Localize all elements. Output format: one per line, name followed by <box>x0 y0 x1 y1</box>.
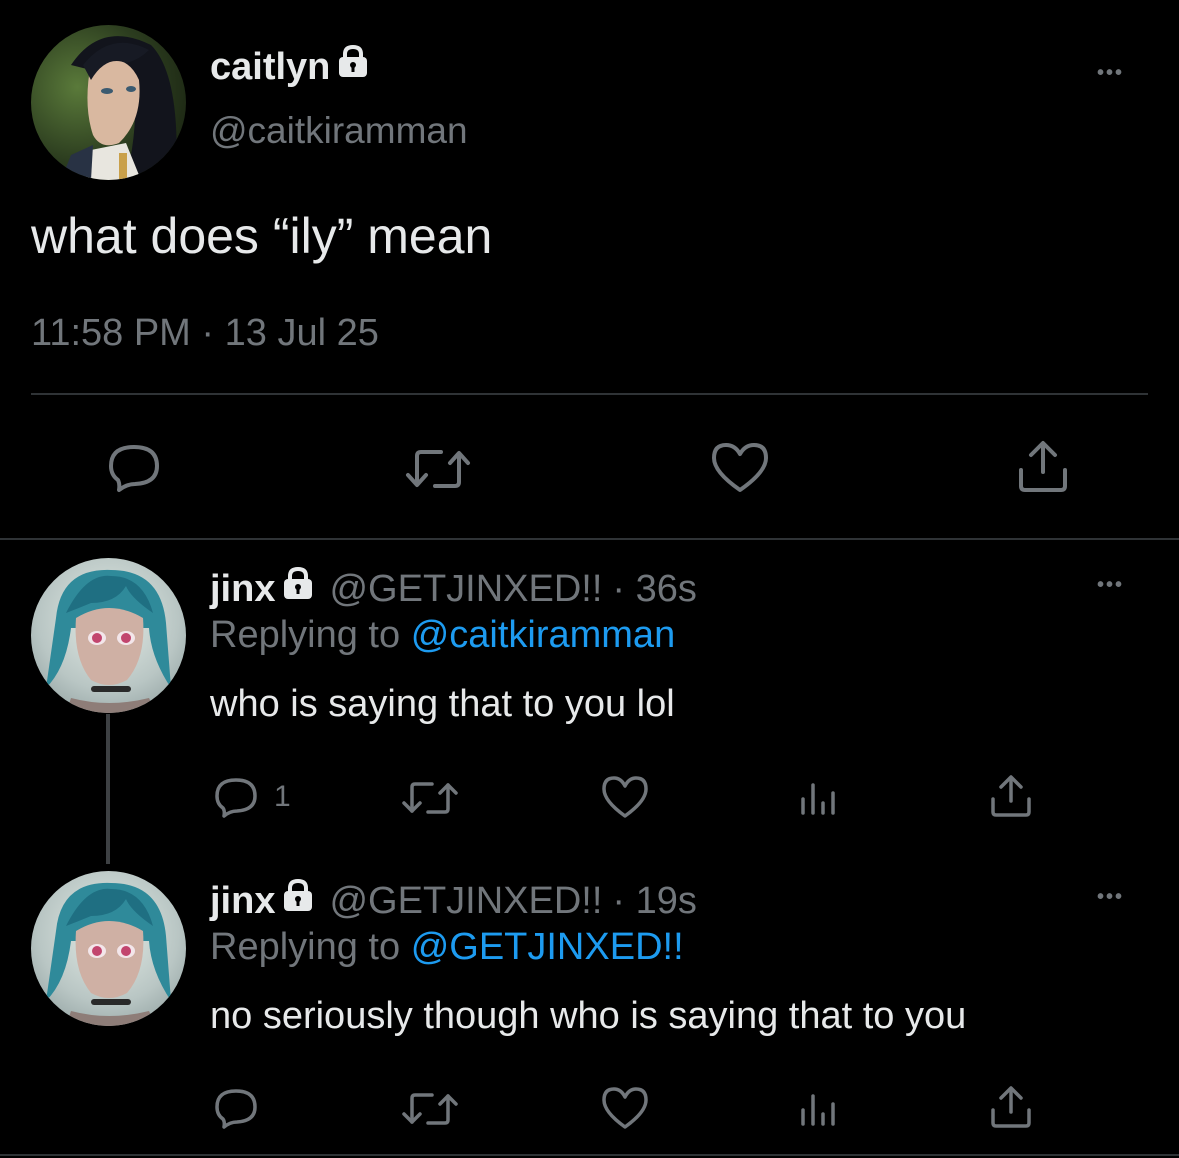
replying-to: Replying to @caitkiramman <box>210 614 675 657</box>
jinx-avatar-image <box>31 558 186 713</box>
author-handle[interactable]: @caitkiramman <box>210 110 468 152</box>
divider <box>0 538 1179 540</box>
share-icon[interactable] <box>988 1085 1034 1129</box>
reply-author-handle[interactable]: @GETJINXED!! <box>329 568 602 611</box>
reply-author-name[interactable]: jinx <box>210 568 275 611</box>
tweet-text: what does “ily” mean <box>31 208 493 264</box>
replying-to-link[interactable]: @caitkiramman <box>411 614 676 656</box>
more-icon[interactable]: ••• <box>1097 63 1124 83</box>
lock-icon <box>336 44 370 88</box>
divider <box>31 393 1148 395</box>
more-icon[interactable]: ••• <box>1097 575 1124 595</box>
replying-to-link[interactable]: @GETJINXED!! <box>411 926 684 968</box>
reply-header[interactable]: jinx @GETJINXED!! · 19s <box>210 878 697 924</box>
reply-author-handle[interactable]: @GETJINXED!! <box>329 880 602 923</box>
author-name-row[interactable]: caitlyn <box>210 44 370 90</box>
like-icon[interactable] <box>710 440 770 494</box>
retweet-icon[interactable] <box>400 1091 460 1127</box>
reply-author-name[interactable]: jinx <box>210 880 275 923</box>
jinx-avatar-image <box>31 871 186 1026</box>
more-icon[interactable]: ••• <box>1097 887 1124 907</box>
reply-text: who is saying that to you lol <box>210 683 675 725</box>
divider <box>0 1154 1179 1156</box>
meta-separator: · <box>201 312 215 354</box>
caitlyn-avatar-image <box>31 25 186 180</box>
replying-to: Replying to @GETJINXED!! <box>210 926 684 969</box>
reply-icon[interactable] <box>212 776 260 820</box>
tweet-date: 13 Jul 25 <box>224 312 379 354</box>
replying-prefix: Replying to <box>210 614 401 656</box>
reply-header[interactable]: jinx @GETJINXED!! · 36s <box>210 566 697 612</box>
lock-icon <box>281 566 315 610</box>
share-icon[interactable] <box>1015 440 1071 494</box>
like-icon[interactable] <box>600 774 650 820</box>
thread-line <box>106 714 110 864</box>
retweet-icon[interactable] <box>403 448 473 490</box>
author-name[interactable]: caitlyn <box>210 46 330 89</box>
share-icon[interactable] <box>988 774 1034 818</box>
analytics-icon[interactable] <box>799 1092 839 1128</box>
jinx-avatar[interactable] <box>31 558 186 713</box>
reply-age: · 19s <box>612 879 697 922</box>
caitlyn-avatar[interactable] <box>31 25 186 180</box>
reply-count: 1 <box>274 780 291 813</box>
tweet-time: 11:58 PM <box>31 312 191 354</box>
reply-text: no seriously though who is saying that t… <box>210 995 967 1037</box>
tweet-timestamp[interactable]: 11:58 PM · 13 Jul 25 <box>31 312 379 355</box>
replying-prefix: Replying to <box>210 926 401 968</box>
analytics-icon[interactable] <box>799 781 839 817</box>
reply-icon[interactable] <box>212 1087 260 1131</box>
jinx-avatar[interactable] <box>31 871 186 1026</box>
reply-icon[interactable] <box>105 442 163 494</box>
retweet-icon[interactable] <box>400 780 460 816</box>
lock-icon <box>281 878 315 922</box>
reply-age: · 36s <box>612 567 697 610</box>
like-icon[interactable] <box>600 1085 650 1131</box>
